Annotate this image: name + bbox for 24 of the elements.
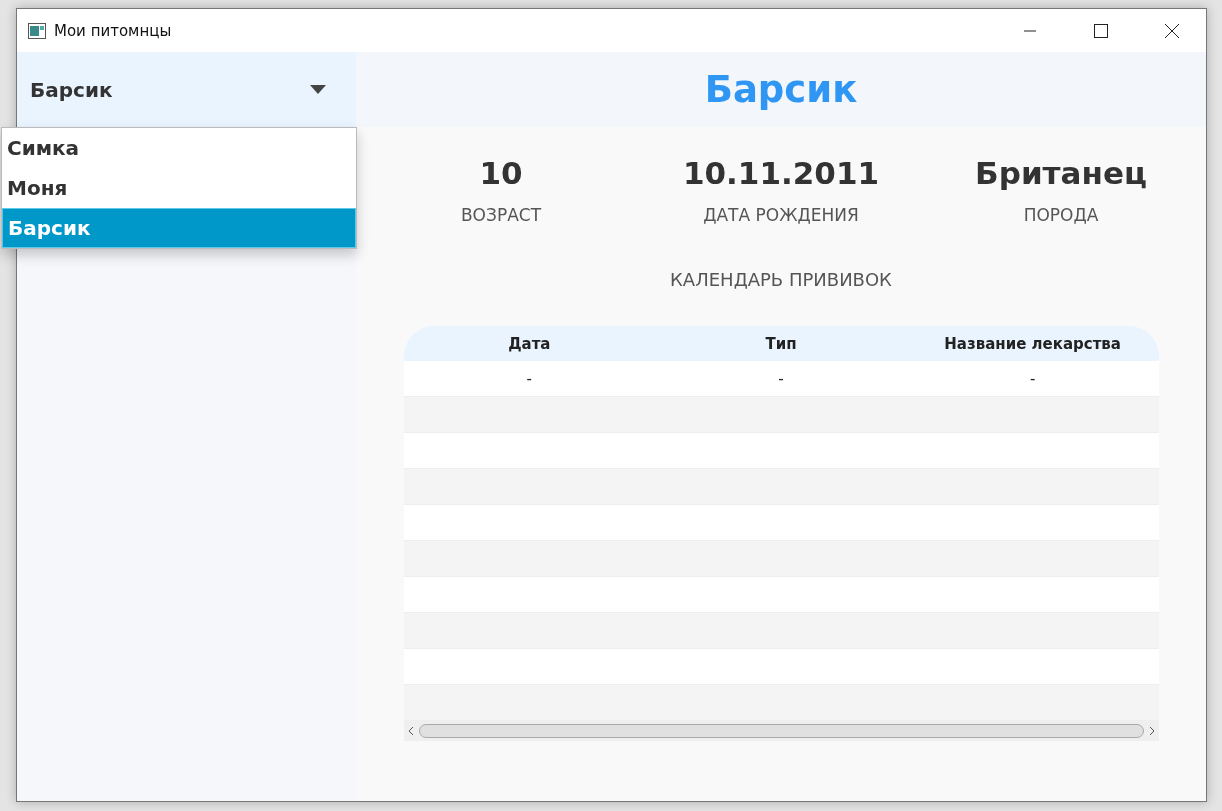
pet-name-title: Барсик	[704, 68, 858, 111]
column-header[interactable]: Дата	[403, 334, 656, 353]
table-cell-text: -	[777, 369, 785, 388]
pet-combobox[interactable]: Барсик	[17, 52, 356, 127]
dropdown-option[interactable]: Симка	[2, 128, 356, 168]
dropdown-option[interactable]: Моня	[2, 168, 356, 208]
stat-label: ПОРОДА	[1023, 205, 1099, 225]
stat-label: ДАТА РОЖДЕНИЯ	[703, 205, 859, 225]
close-icon[interactable]	[1164, 22, 1180, 39]
stat-value: 10	[479, 155, 523, 191]
maximize-icon[interactable]	[1094, 23, 1108, 38]
caret-icon	[310, 85, 326, 94]
scroll-right-icon[interactable]	[1147, 726, 1156, 736]
stat-label: ВОЗРАСТ	[460, 205, 542, 225]
window-icon	[28, 22, 46, 39]
scroll-left-icon[interactable]	[406, 726, 415, 736]
column-header[interactable]: Название лекарства	[906, 334, 1159, 353]
calendar-title: КАЛЕНДАРЬ ПРИВИВОК	[670, 269, 892, 290]
table-cell-text: -	[1028, 369, 1037, 388]
table-cell-text: -	[525, 369, 534, 388]
column-header[interactable]: Тип	[655, 334, 907, 353]
stat-value: 10.11.2011	[682, 155, 880, 191]
window-title: Мои питомнцы	[54, 21, 172, 40]
stat-value: Британец	[975, 155, 1147, 191]
